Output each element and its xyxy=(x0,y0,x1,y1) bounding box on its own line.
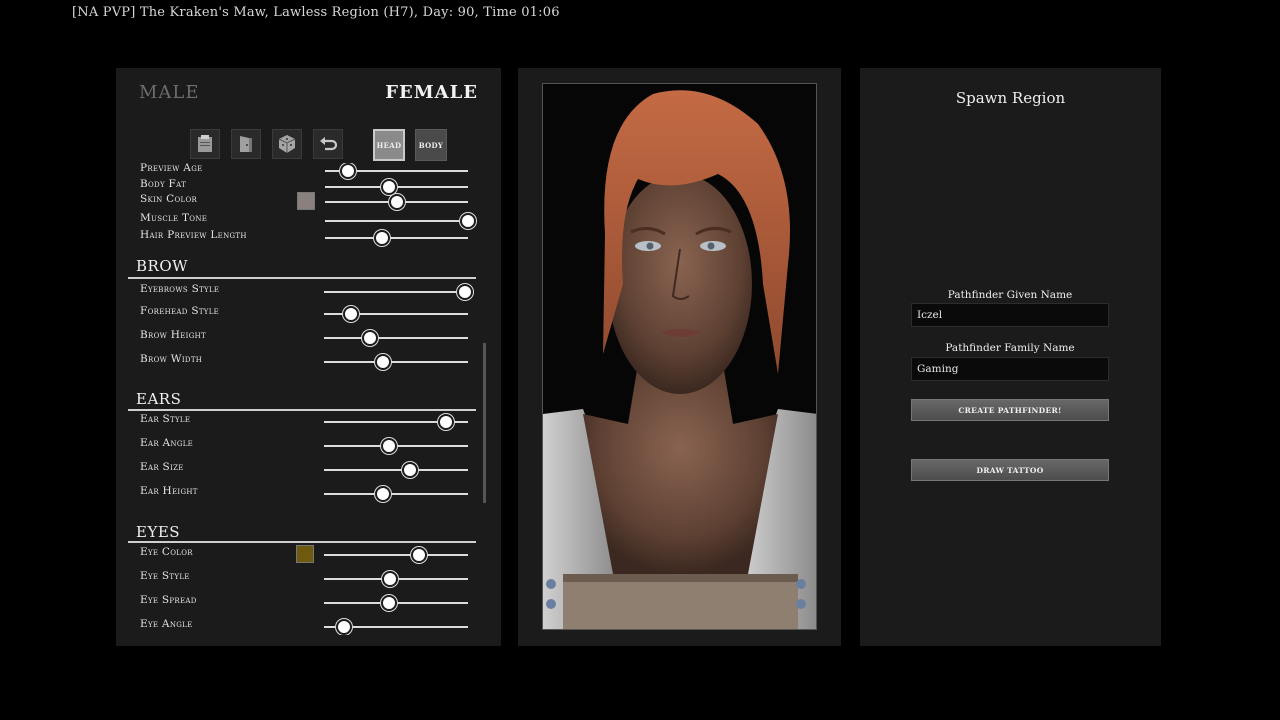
ear-height-slider[interactable]: Ear Height xyxy=(140,485,480,503)
slider-track[interactable] xyxy=(325,237,468,239)
slider-knob[interactable] xyxy=(336,619,353,635)
server-title: [NA PVP] The Kraken's Maw, Lawless Regio… xyxy=(72,5,560,20)
character-preview[interactable] xyxy=(542,83,817,630)
section-brow: BROW xyxy=(136,257,189,275)
undo-button[interactable] xyxy=(313,129,343,159)
preview-age-label: Preview Age xyxy=(140,163,203,174)
slider-knob[interactable] xyxy=(382,571,399,587)
slider-track[interactable] xyxy=(324,469,468,471)
forehead-style-slider[interactable]: Forehead Style xyxy=(140,305,480,323)
door-icon xyxy=(240,136,252,152)
section-divider xyxy=(128,277,476,279)
male-button[interactable]: MALE xyxy=(139,82,200,103)
slider-knob[interactable] xyxy=(438,414,455,430)
preview-panel xyxy=(518,68,841,646)
given-name-label: Pathfinder Given Name xyxy=(947,289,1073,301)
ear-angle-slider[interactable]: Ear Angle xyxy=(140,437,480,455)
slider-track[interactable] xyxy=(324,337,468,339)
brow-width-label: Brow Width xyxy=(140,353,203,365)
eye-style-label: Eye Style xyxy=(140,570,190,582)
toolbar: HEAD BODY xyxy=(116,129,501,161)
section-divider xyxy=(128,541,476,543)
ear-angle-label: Ear Angle xyxy=(140,437,194,449)
section-divider xyxy=(128,409,476,411)
eye-angle-label: Eye Angle xyxy=(140,618,193,630)
slider-knob[interactable] xyxy=(380,438,397,454)
ear-height-label: Ear Height xyxy=(140,485,198,497)
slider-knob[interactable] xyxy=(374,230,391,246)
clipboard-icon xyxy=(198,135,212,152)
muscle-tone-slider[interactable]: Muscle Tone xyxy=(140,212,480,230)
eye-spread-slider[interactable]: Eye Spread xyxy=(140,594,480,612)
eye-style-slider[interactable]: Eye Style xyxy=(140,570,480,588)
eye-color-swatch[interactable] xyxy=(296,545,314,563)
eye-color-slider[interactable]: Eye Color xyxy=(140,545,480,564)
scrollbar[interactable] xyxy=(483,343,486,503)
ear-size-slider[interactable]: Ear Size xyxy=(140,461,480,479)
tab-head[interactable]: HEAD xyxy=(373,129,405,161)
skin-color-swatch[interactable] xyxy=(297,192,315,210)
customization-panel: MALE FEMALE HEAD BODY Preview Age Body Fa… xyxy=(116,68,501,646)
ear-size-label: Ear Size xyxy=(140,461,184,473)
slider-knob[interactable] xyxy=(362,330,379,346)
spawn-panel: Spawn Region Pathfinder Given Name Pathf… xyxy=(860,68,1161,646)
ear-style-slider[interactable]: Ear Style xyxy=(140,413,480,431)
clipboard-button[interactable] xyxy=(190,129,220,159)
family-name-input[interactable] xyxy=(911,357,1109,381)
hair-preview-length-slider[interactable]: Hair Preview Length xyxy=(140,229,480,247)
slider-knob[interactable] xyxy=(375,486,392,502)
slider-knob[interactable] xyxy=(457,284,474,300)
section-ears: EARS xyxy=(136,390,182,408)
slider-track[interactable] xyxy=(324,554,468,556)
create-pathfinder-button[interactable]: CREATE PATHFINDER! xyxy=(911,399,1109,421)
eye-spread-label: Eye Spread xyxy=(140,594,197,606)
spawn-region-title: Spawn Region xyxy=(955,89,1066,107)
skin-color-label: Skin Color xyxy=(140,193,198,205)
character-portrait-image xyxy=(543,84,816,629)
randomize-button[interactable] xyxy=(272,129,302,159)
slider-knob[interactable] xyxy=(402,462,419,478)
undo-icon xyxy=(320,137,338,151)
slider-track[interactable] xyxy=(324,291,468,293)
slider-knob[interactable] xyxy=(339,163,356,179)
family-name-label: Pathfinder Family Name xyxy=(945,342,1075,354)
brow-height-label: Brow Height xyxy=(140,329,206,341)
forehead-style-label: Forehead Style xyxy=(140,305,220,317)
slider-knob[interactable] xyxy=(460,213,476,229)
slider-knob[interactable] xyxy=(388,194,405,210)
eyebrows-style-label: Eyebrows Style xyxy=(140,283,220,295)
muscle-tone-label: Muscle Tone xyxy=(140,212,208,224)
eye-color-label: Eye Color xyxy=(140,546,193,558)
eyebrows-style-slider[interactable]: Eyebrows Style xyxy=(140,283,480,301)
door-button[interactable] xyxy=(231,129,261,159)
brow-width-slider[interactable]: Brow Width xyxy=(140,353,480,371)
skin-color-slider[interactable]: Skin Color xyxy=(140,192,480,211)
slider-knob[interactable] xyxy=(380,595,397,611)
slider-scroll-area[interactable]: Preview Age Body Fat Skin Color Muscle Tone… xyxy=(116,163,501,635)
section-eyes: EYES xyxy=(136,523,181,541)
slider-knob[interactable] xyxy=(411,547,428,563)
tab-body[interactable]: BODY xyxy=(415,129,447,161)
dice-icon xyxy=(278,135,296,153)
eye-angle-slider[interactable]: Eye Angle xyxy=(140,618,480,635)
brow-height-slider[interactable]: Brow Height xyxy=(140,329,480,347)
ear-style-label: Ear Style xyxy=(140,413,191,425)
slider-track[interactable] xyxy=(325,220,468,222)
slider-track[interactable] xyxy=(324,493,468,495)
slider-knob[interactable] xyxy=(343,306,360,322)
draw-tattoo-button[interactable]: DRAW TATTOO xyxy=(911,459,1109,481)
hair-preview-length-label: Hair Preview Length xyxy=(140,229,247,241)
given-name-input[interactable] xyxy=(911,303,1109,327)
slider-track[interactable] xyxy=(324,361,468,363)
female-button[interactable]: FEMALE xyxy=(385,82,478,103)
body-fat-label: Body Fat xyxy=(140,178,187,190)
slider-knob[interactable] xyxy=(375,354,392,370)
